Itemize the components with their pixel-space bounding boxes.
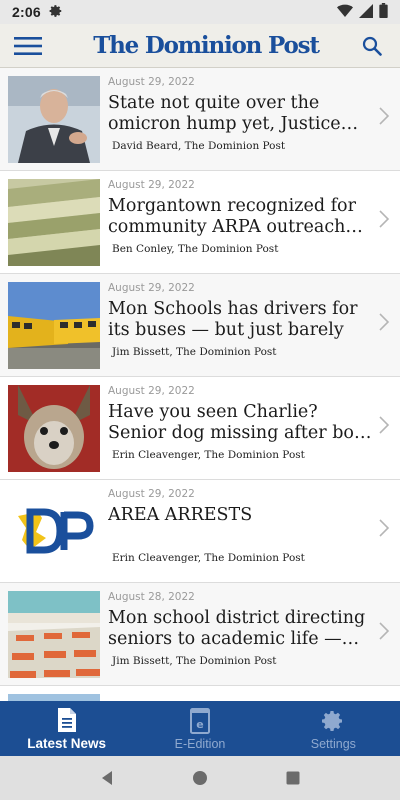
article-thumbnail xyxy=(8,694,100,701)
gear-icon xyxy=(322,710,343,731)
article-thumbnail xyxy=(8,282,100,369)
back-icon[interactable] xyxy=(99,770,115,786)
article-byline: Jim Bissett, The Dominion Post xyxy=(112,655,277,667)
article-headline[interactable]: Morgantown recognized for community ARPA… xyxy=(108,196,374,238)
article-thumbnail xyxy=(8,76,100,163)
system-navigation-bar xyxy=(0,756,400,800)
article-byline: Jim Bissett, The Dominion Post xyxy=(112,346,277,358)
app-header: The Dominion Post xyxy=(0,24,400,68)
nav-label: Settings xyxy=(310,736,356,751)
article-item[interactable]: August 29, 2022 State not quite over the… xyxy=(0,68,400,171)
article-item[interactable]: August 29, 2022 Morgantown recognized fo… xyxy=(0,171,400,274)
article-date: August 29, 2022 xyxy=(108,179,195,191)
nav-latest-news[interactable]: Latest News xyxy=(0,701,133,756)
article-headline[interactable]: Mon school district directing seniors to… xyxy=(108,608,374,650)
battery-icon xyxy=(379,3,388,21)
dp-logo xyxy=(8,488,100,575)
status-bar: 2:06 xyxy=(0,0,400,24)
home-icon[interactable] xyxy=(192,770,208,786)
article-item[interactable]: August 29, 2022 Mon Schools has drivers … xyxy=(0,274,400,377)
article-date: August 28, 2022 xyxy=(108,591,195,603)
chevron-right-icon xyxy=(379,519,390,537)
document-icon xyxy=(57,708,76,732)
article-date: August 29, 2022 xyxy=(108,385,195,397)
chevron-right-icon xyxy=(379,622,390,640)
article-thumbnail xyxy=(8,179,100,266)
article-byline: David Beard, The Dominion Post xyxy=(112,140,286,152)
search-icon xyxy=(362,36,382,56)
app-logo[interactable]: The Dominion Post xyxy=(56,32,344,59)
nav-label: Latest News xyxy=(27,736,107,751)
menu-button[interactable] xyxy=(0,24,56,68)
e-edition-icon: e xyxy=(189,707,210,734)
article-thumbnail xyxy=(8,591,100,678)
article-date: August 29, 2022 xyxy=(108,488,195,500)
article-thumbnail xyxy=(8,385,100,472)
svg-text:e: e xyxy=(196,718,203,731)
status-time: 2:06 xyxy=(12,4,41,20)
chevron-right-icon xyxy=(379,313,390,331)
article-byline: Erin Cleavenger, The Dominion Post xyxy=(112,552,305,564)
article-list[interactable]: August 29, 2022 State not quite over the… xyxy=(0,68,400,701)
nav-label: E-Edition xyxy=(174,736,226,751)
article-headline[interactable]: State not quite over the omicron hump ye… xyxy=(108,93,374,135)
article-item[interactable]: August 29, 2022 Have you seen Charlie? S… xyxy=(0,377,400,480)
bottom-navigation: Latest News e E-Edition Settings xyxy=(0,701,400,756)
recents-icon[interactable] xyxy=(285,770,301,786)
hamburger-menu-icon xyxy=(14,36,42,55)
chevron-right-icon xyxy=(379,210,390,228)
article-date: August 29, 2022 xyxy=(108,76,195,88)
search-button[interactable] xyxy=(344,24,400,68)
article-item[interactable]: August 29, 2022 AREA ARRESTS Erin Cleave… xyxy=(0,480,400,583)
article-date: August 29, 2022 xyxy=(108,282,195,294)
settings-status-icon xyxy=(49,4,63,21)
article-item[interactable] xyxy=(0,686,400,701)
article-byline: Erin Cleavenger, The Dominion Post xyxy=(112,449,305,461)
nav-e-edition[interactable]: e E-Edition xyxy=(133,701,266,756)
article-headline[interactable]: AREA ARRESTS xyxy=(108,505,374,547)
wifi-icon xyxy=(337,4,353,21)
article-item[interactable]: August 28, 2022 Mon school district dire… xyxy=(0,583,400,686)
article-headline[interactable]: Have you seen Charlie? Senior dog missin… xyxy=(108,402,374,444)
chevron-right-icon xyxy=(379,107,390,125)
signal-icon xyxy=(359,3,373,21)
article-byline: Ben Conley, The Dominion Post xyxy=(112,243,279,255)
article-thumbnail xyxy=(8,488,100,575)
nav-settings[interactable]: Settings xyxy=(267,701,400,756)
chevron-right-icon xyxy=(379,416,390,434)
article-headline[interactable]: Mon Schools has drivers for its buses — … xyxy=(108,299,374,341)
